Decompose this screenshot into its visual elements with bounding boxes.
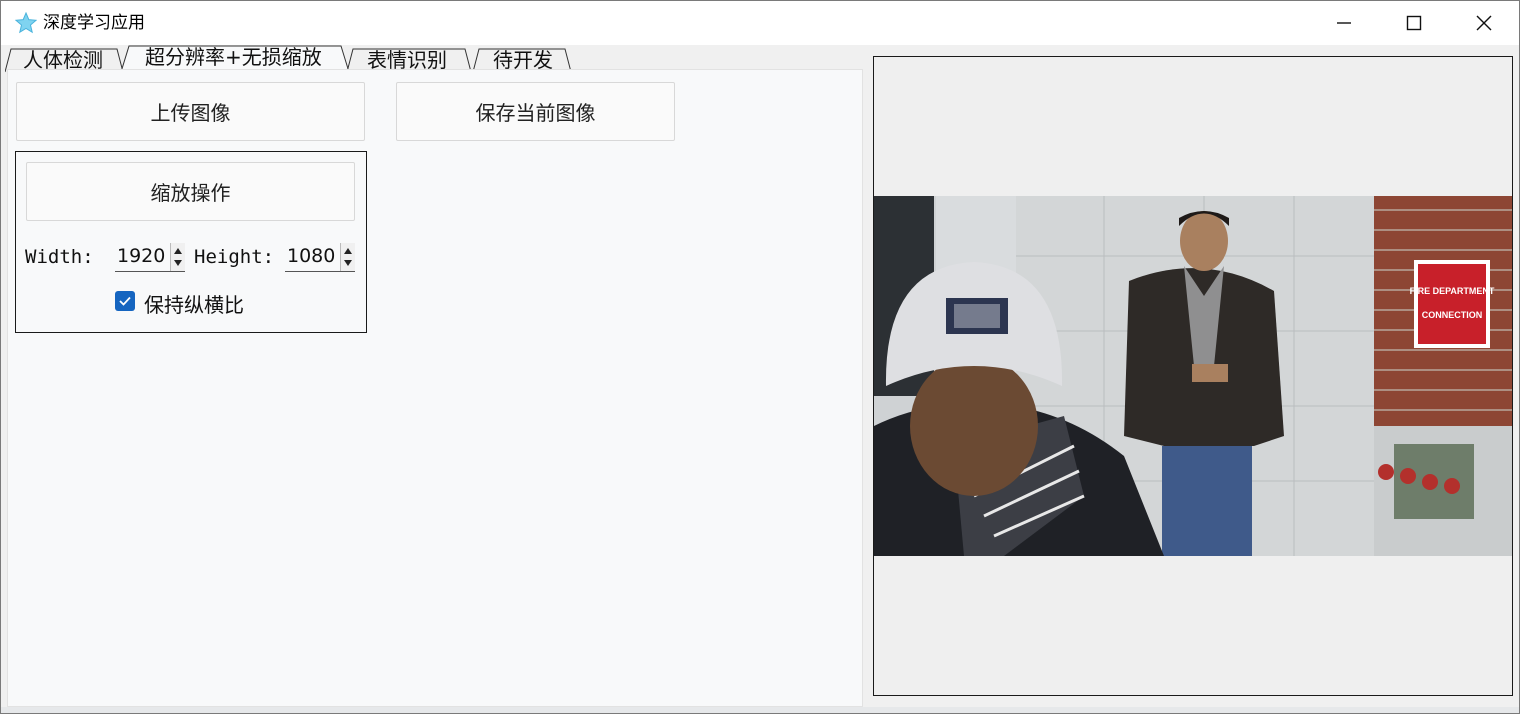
checkmark-icon: [119, 296, 131, 306]
tab-human-detection[interactable]: 人体检测: [5, 47, 125, 73]
height-stepper[interactable]: [340, 243, 355, 271]
width-spinbox[interactable]: 1920: [115, 243, 185, 272]
title-bar[interactable]: 深度学习应用: [1, 1, 1519, 45]
width-value: 1920: [117, 245, 166, 267]
spin-arrows-icon: [174, 248, 182, 266]
tab-to-be-developed[interactable]: 待开发: [473, 47, 577, 73]
save-image-button[interactable]: 保存当前图像: [396, 82, 675, 141]
spin-arrows-icon: [344, 248, 352, 266]
sign-line-2: CONNECTION: [1422, 310, 1483, 320]
app-window: 深度学习应用 人体检测 超分辨率+无损缩放 表情识别 待开发 上传图像 保存当前…: [0, 0, 1520, 714]
image-display: FIRE DEPARTMENT CONNECTION: [873, 56, 1513, 696]
tab-expression-recognition[interactable]: 表情识别: [347, 47, 477, 73]
tab-bar: 人体检测 超分辨率+无损缩放 表情识别 待开发: [5, 45, 605, 73]
status-strip: [1, 707, 1519, 713]
height-spinbox[interactable]: 1080: [285, 243, 355, 272]
sign-line-1: FIRE DEPARTMENT: [1410, 286, 1495, 296]
width-stepper[interactable]: [170, 243, 185, 271]
keep-aspect-ratio-checkbox[interactable]: [115, 291, 135, 311]
height-value: 1080: [287, 245, 336, 267]
star-app-icon: [15, 12, 37, 34]
maximize-button[interactable]: [1379, 1, 1449, 45]
maximize-icon: [1406, 15, 1422, 31]
minimize-button[interactable]: [1309, 1, 1379, 45]
width-label: Width:: [25, 246, 94, 268]
tab-label: 超分辨率+无损缩放: [145, 45, 322, 69]
upload-image-button[interactable]: 上传图像: [16, 82, 365, 141]
close-icon: [1476, 15, 1492, 31]
keep-aspect-ratio-label: 保持纵横比: [144, 293, 244, 317]
street-photo: FIRE DEPARTMENT CONNECTION: [874, 196, 1512, 556]
zoom-operation-button[interactable]: 缩放操作: [26, 162, 355, 221]
window-title: 深度学习应用: [43, 13, 145, 33]
minimize-icon: [1337, 22, 1351, 24]
tab-super-resolution[interactable]: 超分辨率+无损缩放: [121, 45, 350, 73]
close-button[interactable]: [1449, 1, 1519, 45]
height-label: Height:: [194, 246, 275, 268]
